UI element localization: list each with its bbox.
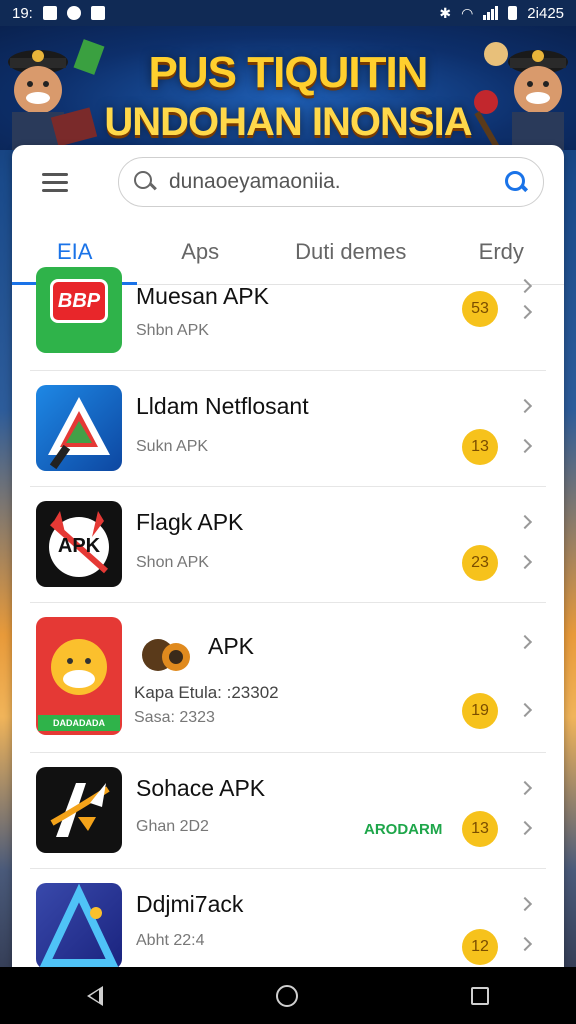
list-item[interactable]: Lldam Netflosant Sukn APK 13 (30, 371, 546, 487)
rating-badge: 53 (462, 291, 498, 327)
verified-label: ARODARM (364, 821, 443, 838)
search-icon (133, 170, 157, 194)
app-subtitle-2: Sasa: 2323 (134, 709, 215, 726)
chevron-right-icon[interactable] (517, 780, 533, 796)
rating-badge: 12 (462, 929, 498, 965)
circle-icon (66, 6, 81, 20)
chevron-right-icon[interactable] (517, 514, 533, 530)
app-name: Ddjmi7ack (136, 891, 244, 917)
list-item[interactable]: APK Flagk APK Shon APK 23 (30, 487, 546, 603)
rating-badge: 19 (462, 693, 498, 729)
red-chat-logo-icon: BBP (36, 267, 122, 353)
rating-badge: 13 (462, 811, 498, 847)
status-time: 19: (12, 4, 33, 22)
app-name: APK (208, 633, 255, 659)
toolbar: dunaoeyamaoniia. (12, 145, 564, 219)
bluetooth-icon: ✱ (439, 4, 452, 21)
app-subtitle: Shbn APK (136, 322, 209, 339)
back-icon[interactable] (86, 985, 103, 1006)
app-store-card: dunaoeyamaoniia. EIA Aps Duti demes Erdy… (12, 145, 564, 967)
chevron-right-icon[interactable] (517, 554, 533, 570)
laughing-face-logo-icon: DADADADA (36, 617, 122, 735)
chevron-right-icon[interactable] (517, 304, 533, 320)
chevron-right-icon[interactable] (517, 936, 533, 952)
square-icon (90, 6, 105, 20)
promo-banner: PUS TIQUITIN UNDOHAN INONSIA (0, 26, 576, 150)
home-icon[interactable] (275, 984, 298, 1007)
app-subtitle: Abht 22:4 (136, 932, 205, 949)
search-submit-icon[interactable] (503, 169, 529, 195)
app-subtitle: Sukn APK (136, 438, 209, 455)
chevron-right-icon[interactable] (517, 896, 533, 912)
app-subtitle: Shon APK (136, 554, 209, 571)
blue-triangle-logo-icon (36, 883, 122, 967)
status-bar: 19: ✱ ◠ 2i425 (0, 0, 576, 26)
chevron-right-icon[interactable] (517, 634, 533, 650)
police-mascot-right-icon (474, 42, 568, 150)
status-right-text: 2i425 (527, 4, 564, 22)
wifi-icon: ◠ (461, 4, 474, 21)
secondary-logo-icon (136, 625, 198, 687)
apk-cat-logo-icon: APK (36, 501, 122, 587)
rating-badge: 23 (462, 545, 498, 581)
list-item[interactable]: Sohace APK Ghan 2D2 ARODARM 13 (30, 753, 546, 869)
app-name: Sohace APK (136, 775, 266, 801)
search-bar[interactable]: dunaoeyamaoniia. (118, 157, 544, 207)
notification-square-icon (42, 6, 57, 20)
menu-icon[interactable] (42, 171, 70, 193)
app-list: BBP Muesan APK Shbn APK 53 Lldam Netflos… (12, 267, 564, 967)
chevron-right-icon[interactable] (517, 398, 533, 414)
app-subtitle: Kapa Etula: :23302 (134, 683, 279, 702)
triangle-logo-icon (36, 385, 122, 471)
list-item[interactable]: Ddjmi7ack Abht 22:4 12 (30, 869, 546, 967)
app-subtitle: Ghan 2D2 (136, 818, 209, 835)
rating-badge: 13 (462, 429, 498, 465)
battery-icon (508, 6, 518, 20)
list-item[interactable]: BBP Muesan APK Shbn APK 53 (30, 267, 546, 371)
app-name: Muesan APK (136, 283, 269, 309)
chevron-right-icon[interactable] (517, 278, 533, 294)
list-item[interactable]: DADADADA APK Kapa Etula: :23302 Sasa: 23… (30, 603, 546, 753)
chevron-right-icon[interactable] (517, 702, 533, 718)
recents-icon[interactable] (471, 986, 490, 1005)
chevron-right-icon[interactable] (517, 438, 533, 454)
app-name: Flagk APK (136, 509, 244, 535)
chevron-right-icon[interactable] (517, 820, 533, 836)
system-nav-bar (0, 967, 576, 1024)
av-logo-icon (36, 767, 122, 853)
search-input[interactable]: dunaoeyamaoniia. (169, 170, 503, 194)
app-name: Lldam Netflosant (136, 393, 309, 419)
signal-icon (483, 6, 499, 20)
